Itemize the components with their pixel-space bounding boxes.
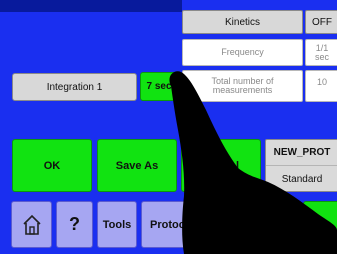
protocol-settings-screen: Kinetics OFF Frequency 1/1 sec Total num…	[0, 0, 337, 254]
finger-silhouette	[169, 71, 337, 254]
